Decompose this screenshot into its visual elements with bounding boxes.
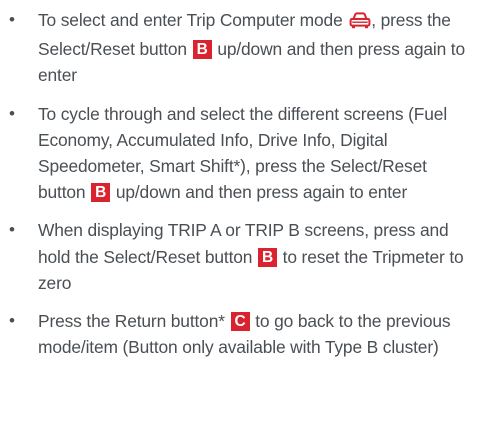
list-item: • When displaying TRIP A or TRIP B scree…: [0, 217, 467, 296]
list-item: • To select and enter Trip Computer mode…: [0, 7, 467, 89]
item-text: Press the Return button*: [38, 311, 225, 332]
list-item: • To cycle through and select the differ…: [0, 101, 467, 206]
bullet-dot: •: [9, 10, 15, 29]
button-b-badge: B: [257, 247, 277, 267]
item-text: To select and enter Trip Computer mode: [38, 10, 343, 30]
bullet-dot: •: [9, 220, 15, 240]
button-c-badge: C: [230, 312, 250, 332]
bullet-dot: •: [9, 311, 15, 331]
instructions-page: • To select and enter Trip Computer mode…: [0, 0, 481, 430]
bullet-dot: •: [9, 103, 15, 123]
instruction-list: • To select and enter Trip Computer mode…: [0, 7, 467, 360]
button-b-badge: B: [91, 183, 111, 203]
list-item: • Press the Return button* C to go back …: [0, 308, 467, 360]
car-icon: [349, 10, 371, 36]
button-b-badge: B: [192, 40, 212, 60]
item-text: up/down and then press again to enter: [115, 182, 408, 203]
